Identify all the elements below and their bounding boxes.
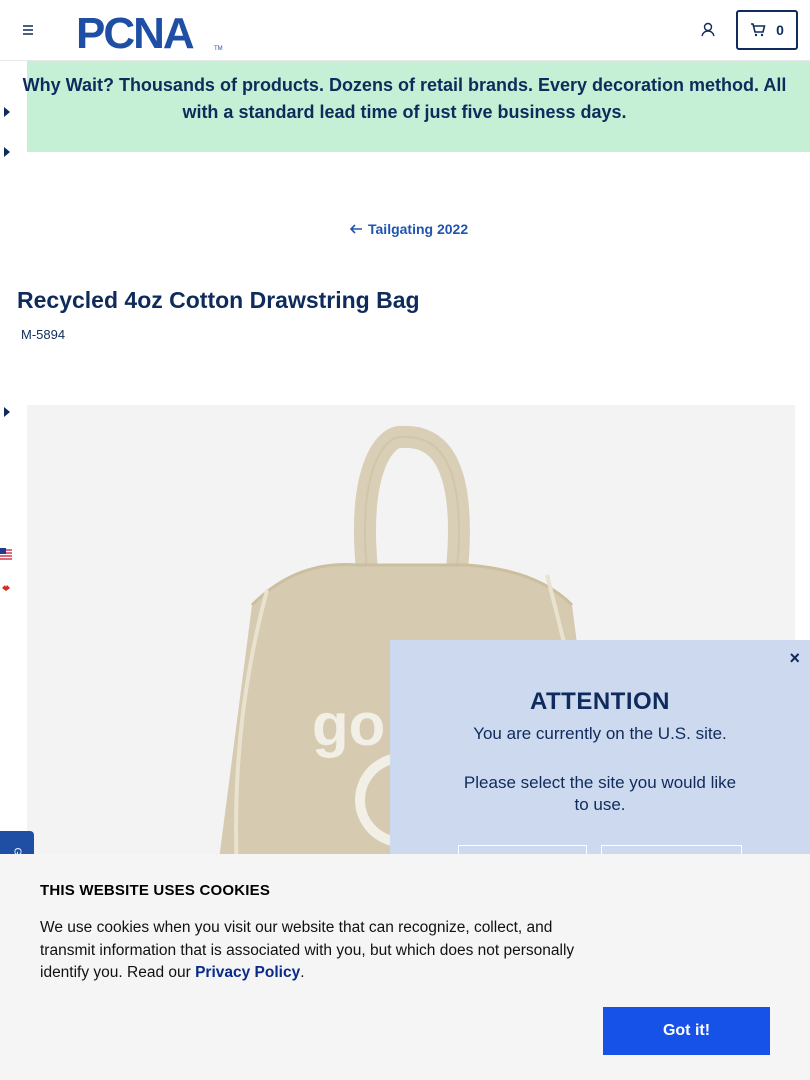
modal-instruction-text: Please select the site you would like to… bbox=[463, 773, 737, 814]
svg-text:TM: TM bbox=[214, 46, 223, 52]
cookie-text-end: . bbox=[300, 964, 305, 981]
site-header: PCNA TM 0 bbox=[0, 0, 810, 61]
caret-right-icon[interactable] bbox=[3, 407, 11, 417]
privacy-policy-link[interactable]: Privacy Policy bbox=[195, 964, 300, 981]
logo-text: PCNA bbox=[76, 10, 194, 52]
caret-right-icon[interactable] bbox=[3, 107, 11, 117]
cart-button[interactable]: 0 bbox=[736, 10, 798, 50]
product-title: Recycled 4oz Cotton Drawstring Bag bbox=[17, 287, 420, 313]
product-sku: M-5894 bbox=[21, 327, 66, 342]
promo-line-1: Why Wait? Thousands of products. Dozens … bbox=[22, 75, 787, 95]
account-icon[interactable] bbox=[698, 20, 718, 40]
svg-text:go: go bbox=[312, 691, 385, 758]
back-link-label: Tailgating 2022 bbox=[368, 221, 469, 237]
cookie-banner: THIS WEBSITE USES COOKIES We use cookies… bbox=[0, 854, 810, 1080]
modal-title: ATTENTION bbox=[529, 688, 671, 715]
hamburger-menu-icon[interactable] bbox=[18, 20, 38, 40]
caret-right-icon[interactable] bbox=[3, 147, 11, 157]
promo-banner: Why Wait? Thousands of products. Dozens … bbox=[23, 61, 810, 152]
arrow-left-icon bbox=[350, 224, 362, 234]
cookie-title: THIS WEBSITE USES COOKIES bbox=[40, 882, 271, 899]
cookie-text: We use cookies when you visit our websit… bbox=[40, 917, 600, 985]
modal-current-site-text: You are currently on the U.S. site. bbox=[473, 724, 727, 743]
cart-icon bbox=[751, 23, 766, 37]
close-icon[interactable]: × bbox=[789, 648, 800, 669]
pcna-logo[interactable]: PCNA TM bbox=[76, 9, 224, 58]
cookie-text-body: We use cookies when you visit our websit… bbox=[40, 919, 575, 981]
back-link[interactable]: Tailgating 2022 bbox=[350, 221, 468, 237]
canada-flag-icon[interactable] bbox=[0, 582, 12, 594]
cart-count: 0 bbox=[776, 22, 784, 38]
us-flag-icon[interactable] bbox=[0, 548, 12, 560]
promo-line-2: with a standard lead time of just five b… bbox=[182, 102, 627, 122]
got-it-button[interactable]: Got it! bbox=[603, 1007, 770, 1055]
